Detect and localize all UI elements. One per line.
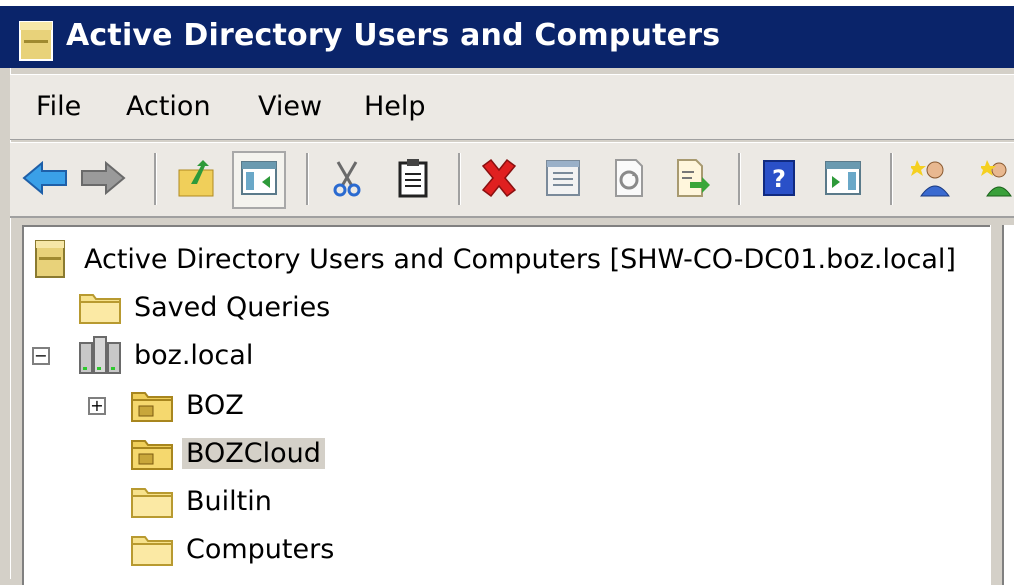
refresh-icon: [612, 158, 646, 202]
tree-root-node[interactable]: Active Directory Users and Computers [SH…: [28, 237, 960, 281]
console-tree-pane[interactable]: Active Directory Users and Computers [SH…: [22, 225, 990, 585]
tree-node-computers[interactable]: Computers: [130, 527, 338, 571]
tree-node-label: BOZ: [186, 389, 244, 421]
properties-icon: [545, 159, 581, 201]
create-group-button[interactable]: [974, 151, 1014, 209]
refresh-button[interactable]: [602, 151, 656, 209]
forward-button[interactable]: [76, 151, 130, 209]
toolbar-separator: [738, 153, 741, 205]
folder-icon: [130, 481, 174, 521]
tree-node-bozcloud[interactable]: BOZCloud: [130, 431, 325, 475]
toolbar-separator: [154, 153, 157, 205]
tree-node-label-selected: BOZCloud: [182, 437, 325, 469]
toolbar-separator: [458, 153, 461, 205]
collapse-boz-local-toggle[interactable]: −: [32, 347, 50, 365]
delete-button[interactable]: [472, 151, 526, 209]
tree-node-label: Saved Queries: [134, 291, 331, 323]
folder-icon: [130, 529, 174, 569]
tree-node-label: Builtin: [186, 485, 272, 517]
svg-text:?: ?: [772, 165, 786, 193]
title-bar[interactable]: Active Directory Users and Computers: [0, 0, 1014, 68]
export-list-icon: [674, 158, 712, 202]
cut-button[interactable]: [320, 151, 374, 209]
create-group-icon: [979, 156, 1014, 204]
forward-arrow-icon: [80, 160, 126, 199]
toolbar: ?: [10, 142, 1014, 218]
menu-bar: File Action View Help: [10, 74, 1014, 140]
tree-node-label: Computers: [186, 533, 335, 565]
export-list-button[interactable]: [666, 151, 720, 209]
expand-boz-toggle[interactable]: +: [88, 397, 106, 415]
ou-folder-icon: [130, 433, 174, 473]
paste-icon: [397, 158, 429, 202]
tree-node-builtin[interactable]: Builtin: [130, 479, 276, 523]
show-hide-console-tree-button[interactable]: [232, 151, 286, 209]
menu-action[interactable]: Action: [126, 91, 211, 122]
menu-file[interactable]: File: [36, 91, 81, 122]
properties-button[interactable]: [536, 151, 590, 209]
window-title: Active Directory Users and Computers: [66, 18, 721, 53]
show-action-pane-icon: [824, 160, 862, 200]
toolbar-separator: [306, 153, 309, 205]
aduc-app-icon: [18, 20, 54, 62]
aduc-root-icon: [28, 239, 72, 279]
paste-button[interactable]: [386, 151, 440, 209]
tree-node-boz-local[interactable]: boz.local: [78, 333, 257, 377]
up-one-level-button[interactable]: [170, 151, 224, 209]
tree-node-saved-queries[interactable]: Saved Queries: [78, 285, 334, 329]
show-action-pane-button[interactable]: [816, 151, 870, 209]
up-folder-icon: [177, 158, 217, 202]
create-user-icon: [909, 156, 955, 204]
menu-help[interactable]: Help: [364, 91, 426, 122]
back-button[interactable]: [18, 151, 72, 209]
minus-icon: −: [34, 346, 48, 365]
help-icon: ?: [762, 159, 796, 201]
create-user-button[interactable]: [906, 151, 960, 209]
back-arrow-icon: [22, 160, 68, 199]
toolbar-separator: [890, 153, 893, 205]
show-hide-console-tree-icon: [240, 160, 278, 200]
folder-icon: [78, 287, 122, 327]
details-pane[interactable]: [1002, 225, 1014, 585]
tree-node-boz[interactable]: BOZ: [130, 383, 248, 427]
cut-icon: [330, 158, 364, 202]
tree-root-label: Active Directory Users and Computers [SH…: [84, 243, 956, 275]
menu-view[interactable]: View: [258, 91, 322, 122]
tree-node-label: boz.local: [134, 339, 254, 371]
delete-icon: [479, 158, 519, 202]
ou-folder-icon: [130, 385, 174, 425]
help-button[interactable]: ?: [752, 151, 806, 209]
domain-icon: [78, 335, 122, 375]
plus-icon: +: [90, 396, 104, 415]
